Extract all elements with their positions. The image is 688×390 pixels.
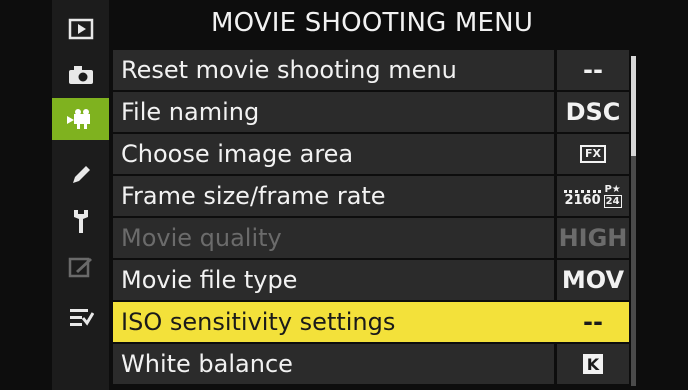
kelvin-badge: K [583,354,603,374]
pencil-icon [72,166,90,183]
menu-item-label: File naming [121,98,260,126]
scroll-thumb[interactable] [631,56,636,156]
menu-item-label: Frame size/frame rate [121,182,386,210]
menu-item-movie-file-type[interactable]: Movie file type MOV [113,260,629,300]
menu-item-frame-size[interactable]: Frame size/frame rate 2160 P★ 24 [113,176,629,216]
menu-item-label: ISO sensitivity settings [121,308,396,336]
my-menu-icon [69,309,94,326]
menu-item-value: HIGH [554,218,629,258]
tab-setup[interactable] [52,200,109,242]
menu-item-value: MOV [554,260,629,300]
scrollbar[interactable] [631,56,636,386]
menu-item-value: DSC [554,92,629,132]
fx-badge: FX [580,145,606,163]
menu-item-label: Choose image area [121,140,354,168]
menu-item-value: FX [554,134,629,174]
menu-item-iso-sensitivity[interactable]: ISO sensitivity settings -- [113,302,629,342]
menu-item-label: White balance [121,350,293,378]
menu-item-label: Movie quality [121,224,282,252]
menu-item-value: -- [554,50,629,90]
playback-icon [68,18,93,40]
menu-tab-rail [52,0,109,390]
tab-custom-settings[interactable] [52,154,109,196]
menu-item-label: Reset movie shooting menu [121,56,457,84]
menu-item-file-naming[interactable]: File naming DSC [113,92,629,132]
menu-item-reset[interactable]: Reset movie shooting menu -- [113,50,629,90]
menu-item-image-area[interactable]: Choose image area FX [113,134,629,174]
menu-item-value: 2160 P★ 24 [554,176,629,216]
menu-list: Reset movie shooting menu -- File naming… [113,50,629,386]
camera-menu-screen: MOVIE SHOOTING MENU Reset movie shooting… [0,0,688,390]
tab-retouch[interactable] [52,246,109,288]
retouch-icon [68,257,92,278]
menu-item-label: Movie file type [121,266,298,294]
tab-photo-shooting[interactable] [52,54,109,96]
menu-item-movie-quality[interactable]: Movie quality HIGH [113,218,629,258]
wrench-icon [73,210,88,233]
camera-icon [68,66,93,84]
menu-item-value: -- [554,302,629,342]
frame-size-badge: 2160 P★ 24 [564,184,622,208]
menu-item-value: K [554,344,629,384]
frame-mode-value: P★ [604,184,621,195]
tab-movie-shooting[interactable] [52,98,109,140]
menu-item-white-balance[interactable]: White balance K [113,344,629,384]
tab-playback[interactable] [52,8,109,50]
frame-rate-value: 24 [603,195,622,208]
movie-camera-icon [66,109,90,129]
page-title: MOVIE SHOOTING MENU [210,8,534,38]
frame-size-value: 2160 [564,190,601,208]
tab-my-menu[interactable] [52,296,109,338]
